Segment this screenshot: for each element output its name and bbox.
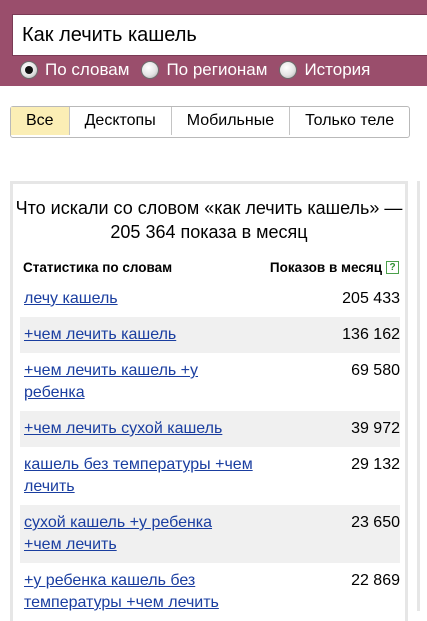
impressions-count: 69 580 — [351, 362, 400, 379]
radio-by-regions[interactable]: По регионам — [141, 60, 267, 80]
column-header-phrase: Статистика по словам — [23, 260, 173, 275]
search-header: Как лечить кашель По словам По регионам … — [0, 0, 427, 86]
results-table: лечу кашель 205 433 +чем лечить кашель 1… — [20, 281, 400, 621]
table-row: лечу кашель 205 433 — [20, 281, 400, 317]
table-row: сухой кашель +у ребенка +чем лечить 23 6… — [20, 505, 400, 563]
phrase-link[interactable]: кашель без температуры +чем лечить — [24, 454, 254, 498]
column-header-count-wrap: Показов в месяц ? — [270, 260, 399, 275]
phrase-link[interactable]: +у ребенка кашель без температуры +чем л… — [24, 570, 254, 614]
panel-title: Что искали со словом «как лечить кашель»… — [15, 198, 403, 242]
tab-phones-only[interactable]: Только теле — [290, 107, 409, 135]
table-row: +чем лечить кашель +у ребенка 69 580 — [20, 353, 400, 411]
impressions-count: 39 972 — [351, 420, 400, 437]
impressions-count: 23 650 — [351, 514, 400, 531]
radio-label: По регионам — [166, 60, 268, 79]
radio-by-words[interactable]: По словам — [20, 60, 129, 80]
word-stats-panel: Что искали со словом «как лечить кашель»… — [10, 181, 408, 621]
table-row: кашель без температуры +чем лечить 29 13… — [20, 447, 400, 505]
mode-radio-group: По словам По регионам История — [20, 58, 382, 82]
help-icon[interactable]: ? — [386, 261, 399, 274]
radio-unchecked-icon — [141, 61, 160, 79]
table-row: +чем лечить сухой кашель 39 972 — [20, 411, 400, 447]
radio-label: По словам — [45, 60, 130, 79]
tab-all[interactable]: Все — [11, 107, 70, 135]
side-panel-edge — [417, 181, 427, 611]
device-tabs: Все Десктопы Мобильные Только теле — [10, 106, 411, 138]
table-header: Статистика по словам Показов в месяц ? — [23, 260, 399, 280]
impressions-count: 136 162 — [342, 326, 400, 343]
impressions-count: 29 132 — [351, 456, 400, 473]
phrase-link[interactable]: +чем лечить сухой кашель — [24, 418, 254, 440]
phrase-link[interactable]: +чем лечить кашель +у ребенка — [24, 360, 254, 404]
radio-history[interactable]: История — [279, 60, 370, 80]
radio-label: История — [304, 60, 371, 79]
impressions-count: 22 869 — [351, 572, 400, 589]
tab-desktops[interactable]: Десктопы — [70, 107, 172, 135]
table-row: +чем лечить кашель 136 162 — [20, 317, 400, 353]
search-query-text: Как лечить кашель — [22, 23, 197, 46]
phrase-link[interactable]: сухой кашель +у ребенка +чем лечить — [24, 512, 254, 556]
radio-checked-icon — [20, 61, 38, 79]
table-row: +у ребенка кашель без температуры +чем л… — [20, 563, 400, 621]
phrase-link[interactable]: лечу кашель — [24, 288, 254, 310]
search-input[interactable]: Как лечить кашель — [12, 14, 427, 56]
tab-mobile[interactable]: Мобильные — [172, 107, 291, 135]
phrase-link[interactable]: +чем лечить кашель — [24, 324, 254, 346]
radio-unchecked-icon — [279, 61, 298, 79]
impressions-count: 205 433 — [342, 290, 400, 307]
column-header-count: Показов в месяц — [269, 260, 382, 275]
